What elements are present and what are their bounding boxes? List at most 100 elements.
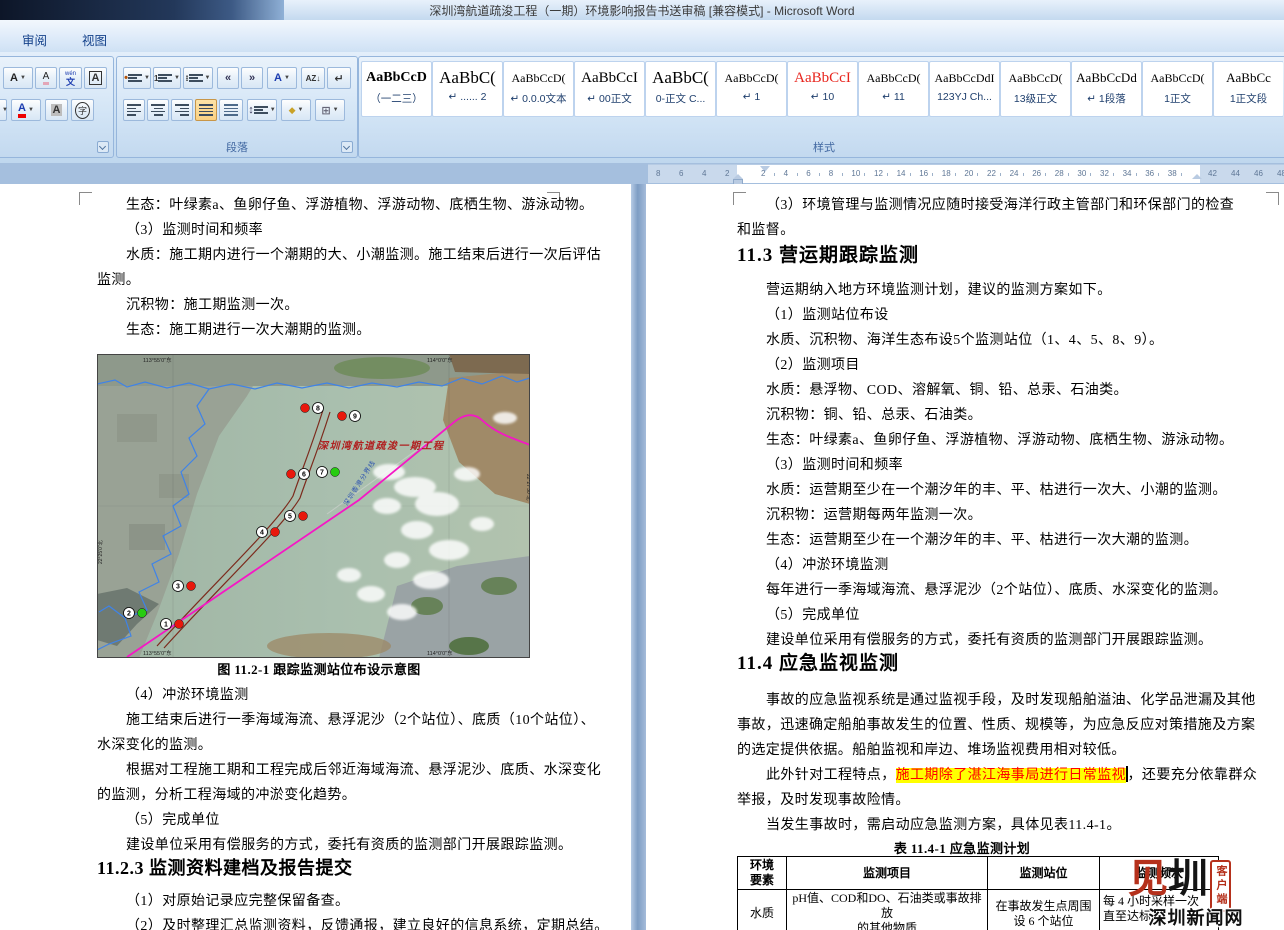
text-line[interactable]: 沉积物：铜、铅、总汞、石油类。 bbox=[766, 406, 982, 426]
text-line[interactable]: 水深变化的监测。 bbox=[97, 736, 212, 756]
table-header-cell[interactable]: 监测站位 bbox=[988, 857, 1100, 890]
asian-layout-button[interactable]: A▼ bbox=[267, 67, 297, 89]
multilevel-list-button[interactable]: ⁝▼ bbox=[183, 67, 213, 89]
change-case-button[interactable]: A▼ bbox=[3, 67, 33, 89]
text-line[interactable]: 水质、沉积物、海洋生态布设5个监测站位（1、4、5、8、9）。 bbox=[766, 331, 1163, 351]
heading[interactable]: 11.4 应急监视监测 bbox=[737, 654, 899, 674]
style-item-11[interactable]: AaBbCcDd↵ 1段落 bbox=[1071, 61, 1142, 117]
text-line[interactable]: 建设单位采用有偿服务的方式，委托有资质的监测部门开展跟踪监测。 bbox=[766, 631, 1212, 651]
text-line[interactable]: 水质：运营期至少在一个潮汐年的丰、平、枯进行一次大、小潮的监测。 bbox=[766, 481, 1227, 501]
text-line[interactable]: 的监测，分析工程海域的冲淤变化趋势。 bbox=[97, 786, 356, 806]
text-line[interactable]: 生态：叶绿素a、鱼卵仔鱼、浮游植物、浮游动物、底栖生物、游泳动物。 bbox=[126, 196, 593, 216]
ruler-number: 8 bbox=[829, 169, 833, 178]
align-right-button[interactable] bbox=[171, 99, 193, 121]
text-line[interactable]: （4）冲淤环境监测 bbox=[766, 556, 889, 576]
style-item-7[interactable]: AaBbCcI↵ 10 bbox=[787, 61, 858, 117]
style-item-6[interactable]: AaBbCcD(↵ 1 bbox=[716, 61, 787, 117]
table-cell[interactable]: pH值、COD和DO、石油类或事故排放的其他物质 bbox=[787, 890, 988, 930]
style-item-8[interactable]: AaBbCcD(↵ 11 bbox=[858, 61, 929, 117]
decrease-indent-button[interactable]: « bbox=[217, 67, 239, 89]
table-cell[interactable]: 水质 bbox=[738, 890, 787, 930]
numbering-button[interactable]: 1▼ bbox=[153, 67, 181, 89]
text-line[interactable]: （3）环境管理与监测情况应随时接受海洋行政主管部门和环保部门的检查 bbox=[766, 196, 1234, 216]
phonetic-guide-button[interactable]: wén文 bbox=[59, 67, 82, 89]
text-line[interactable]: 水质：悬浮物、COD、溶解氧、铜、铅、总汞、石油类。 bbox=[766, 381, 1128, 401]
tab-view[interactable]: 视图 bbox=[76, 26, 113, 53]
highlight-color-button[interactable]: ab▼ bbox=[0, 99, 7, 121]
text-line[interactable]: 的选定提供依据。船舶监视和岸边、堆场监视费用相对较低。 bbox=[737, 741, 1126, 761]
increase-indent-button[interactable]: » bbox=[241, 67, 263, 89]
text-line[interactable]: （5）完成单位 bbox=[126, 811, 220, 831]
text-line[interactable]: 生态：叶绿素a、鱼卵仔鱼、浮游植物、浮游动物、底栖生物、游泳动物。 bbox=[766, 431, 1233, 451]
text-line[interactable]: 水质：施工期内进行一个潮期的大、小潮监测。施工结束后进行一次后评估 bbox=[126, 246, 601, 266]
style-item-10[interactable]: AaBbCcD(13级正文 bbox=[1000, 61, 1071, 117]
text-line[interactable]: 每年进行一季海域海流、悬浮泥沙（2个站位）、底质、水深变化的监测。 bbox=[766, 581, 1227, 601]
emergency-monitoring-table[interactable]: 环境要素监测项目监测站位监测频次水质pH值、COD和DO、石油类或事故排放的其他… bbox=[737, 856, 1219, 930]
horizontal-ruler[interactable]: 8642246810121416182022242628303234363842… bbox=[648, 164, 1284, 183]
text-line[interactable]: 建设单位采用有偿服务的方式，委托有资质的监测部门开展跟踪监测。 bbox=[126, 836, 572, 856]
line-spacing-button[interactable]: ↕▼ bbox=[247, 99, 277, 121]
text-line[interactable]: 沉积物：运营期每两年监测一次。 bbox=[766, 506, 982, 526]
heading[interactable]: 11.2.3 监测资料建档及报告提交 bbox=[97, 858, 353, 878]
style-item-12[interactable]: AaBbCcD(1正文 bbox=[1142, 61, 1213, 117]
title-bar[interactable]: 深圳湾航道疏浚工程（一期）环境影响报告书送审稿 [兼容模式] - Microso… bbox=[0, 0, 1284, 20]
text-line[interactable]: （3）监测时间和频率 bbox=[766, 456, 903, 476]
style-item-5[interactable]: AaBbC(0-正文 C... bbox=[645, 61, 716, 117]
style-item-2[interactable]: AaBbC(↵ ...... 2 bbox=[432, 61, 503, 117]
text-line[interactable]: （2）监测项目 bbox=[766, 356, 860, 376]
borders-button[interactable]: ⊞▼ bbox=[315, 99, 345, 121]
align-center-button[interactable] bbox=[147, 99, 169, 121]
page-left[interactable]: 123456789深圳湾航道疏浚一期工程深圳香港分界线113°55'0"东114… bbox=[0, 184, 631, 930]
text-line[interactable]: （3）监测时间和频率 bbox=[126, 221, 263, 241]
text-line[interactable]: （1）对原始记录应完整保留备查。 bbox=[126, 892, 349, 912]
distribute-button[interactable] bbox=[219, 99, 243, 121]
table-cell[interactable]: 每 4 小时采样一次直至达标 bbox=[1100, 890, 1219, 930]
table-header-cell[interactable]: 监测频次 bbox=[1100, 857, 1219, 890]
shading-button[interactable]: ◆▼ bbox=[281, 99, 311, 121]
text-line[interactable]: （5）完成单位 bbox=[766, 606, 860, 626]
style-item-4[interactable]: AaBbCcI↵ 00正文 bbox=[574, 61, 645, 117]
sort-button[interactable]: AZ↓ bbox=[301, 67, 325, 89]
justify-button[interactable] bbox=[195, 99, 217, 121]
text-line[interactable]: 营运期纳入地方环境监测计划，建议的监测方案如下。 bbox=[766, 281, 1112, 301]
text-line[interactable]: 当发生事故时，需启动应急监测方案，具体见表11.4-1。 bbox=[766, 816, 1121, 836]
table-header-cell[interactable]: 监测项目 bbox=[787, 857, 988, 890]
tab-review[interactable]: 审阅 bbox=[16, 26, 53, 53]
font-dialog-launcher[interactable] bbox=[97, 141, 109, 153]
figure-map[interactable]: 123456789深圳湾航道疏浚一期工程深圳香港分界线113°55'0"东114… bbox=[97, 354, 530, 658]
page-right[interactable]: 环境要素监测项目监测站位监测频次水质pH值、COD和DO、石油类或事故排放的其他… bbox=[646, 184, 1284, 930]
text-line[interactable]: 生态：运营期至少在一个潮汐年的丰、平、枯进行一次大潮的监测。 bbox=[766, 531, 1198, 551]
style-item-13[interactable]: AaBbCc1正文段 bbox=[1213, 61, 1283, 117]
heading[interactable]: 11.3 营运期跟踪监测 bbox=[737, 246, 919, 266]
table-cell[interactable]: 在事故发生点周围设 6 个站位 bbox=[988, 890, 1100, 930]
text-line[interactable]: 监测。 bbox=[97, 271, 140, 291]
text-line[interactable]: 举报，及时发现事故险情。 bbox=[737, 791, 910, 811]
align-left-button[interactable] bbox=[123, 99, 145, 121]
bullets-button[interactable]: •▼ bbox=[123, 67, 151, 89]
text-line[interactable]: 施工结束后进行一季海域海流、悬浮泥沙（2个站位）、底质（10个站位）、 bbox=[126, 711, 595, 731]
text-line[interactable]: 和监督。 bbox=[737, 221, 795, 241]
right-indent-marker[interactable] bbox=[1192, 174, 1202, 179]
text-line[interactable]: （1）监测站位布设 bbox=[766, 306, 889, 326]
text-line[interactable]: 根据对工程施工期和工程完成后邻近海域海流、悬浮泥沙、底质、水深变化 bbox=[126, 761, 601, 781]
clear-formatting-button[interactable]: A bbox=[35, 67, 57, 89]
text-line[interactable]: 事故的应急监视系统是通过监视手段，及时发现船舶溢油、化学品泄漏及其他 bbox=[766, 691, 1256, 711]
text-line[interactable]: 沉积物：施工期监测一次。 bbox=[126, 296, 299, 316]
enclose-characters-button[interactable]: 字 bbox=[71, 99, 94, 121]
caption[interactable]: 表 11.4-1 应急监测计划 bbox=[737, 839, 1187, 859]
style-item-3[interactable]: AaBbCcD(↵ 0.0.0文本 bbox=[503, 61, 574, 117]
font-color-button[interactable]: A▼ bbox=[11, 99, 41, 121]
caption[interactable]: 图 11.2-1 跟踪监测站位布设示意图 bbox=[97, 660, 541, 680]
text-line[interactable]: （2）及时整理汇总监测资料，反馈通报，建立良好的信息系统，定期总结。 bbox=[126, 917, 609, 930]
text-line[interactable]: 此外针对工程特点，施工期除了湛江海事局进行日常监视，还要充分依靠群众 bbox=[766, 766, 1257, 786]
text-line[interactable]: （4）冲淤环境监测 bbox=[126, 686, 249, 706]
text-line[interactable]: 事故，迅速确定船舶事故发生的位置、性质、规模等，为应急反应对策措施及方案 bbox=[737, 716, 1255, 736]
paragraph-dialog-launcher[interactable] bbox=[341, 141, 353, 153]
character-border-button[interactable]: A bbox=[84, 67, 107, 89]
character-shading-button[interactable]: A bbox=[45, 99, 68, 121]
show-marks-button[interactable]: ↵ bbox=[327, 67, 351, 89]
style-item-9[interactable]: AaBbCcDdI123YJ Ch... bbox=[929, 61, 1000, 117]
text-line[interactable]: 生态：施工期进行一次大潮期的监测。 bbox=[126, 321, 371, 341]
table-header-cell[interactable]: 环境要素 bbox=[738, 857, 787, 890]
style-item-1[interactable]: AaBbCcD（一二三） bbox=[361, 61, 432, 117]
